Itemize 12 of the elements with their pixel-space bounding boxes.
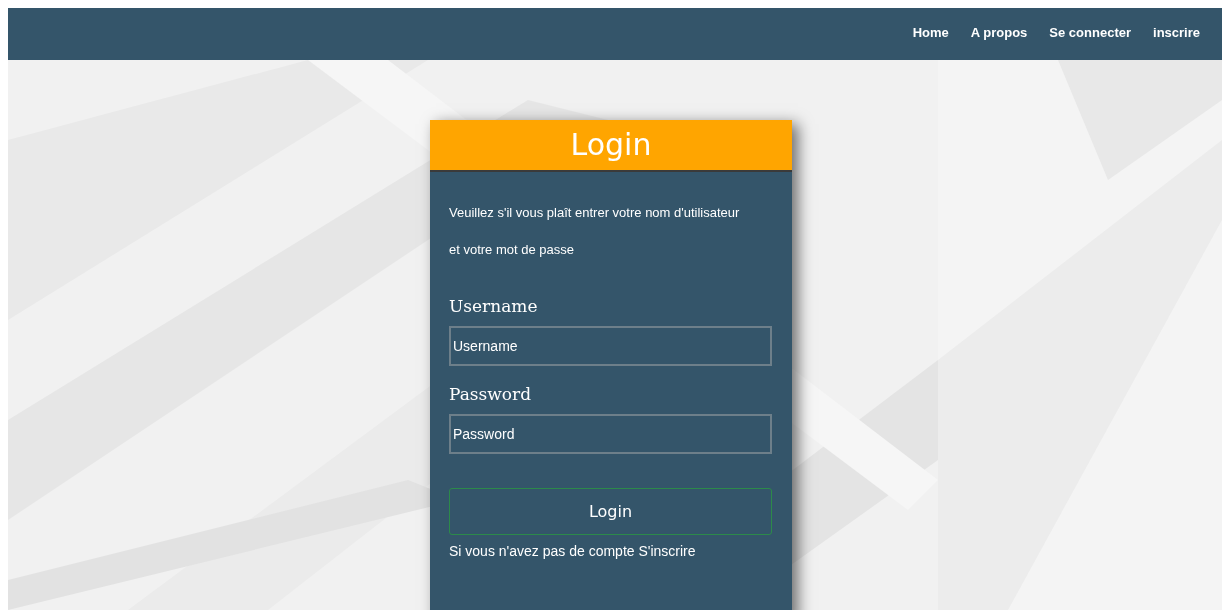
input-field[interactable]: Password: [449, 414, 772, 454]
signup-text: Si vous n'avez pas de compte S'inscrire: [449, 543, 697, 559]
login-title: Login: [430, 120, 792, 172]
nav-link[interactable]: Se connecter: [1049, 24, 1131, 40]
field-label: Username: [449, 296, 539, 316]
login-button[interactable]: Login: [449, 488, 772, 535]
intro-text: Veuillez s'il vous plaît entrer votre nom d'utilisateur et votre mot de passe: [449, 204, 741, 259]
nav-link[interactable]: inscrire: [1153, 24, 1200, 40]
field-label: Password: [449, 384, 533, 404]
nav-link[interactable]: A propos: [970, 24, 1028, 40]
input-field[interactable]: Username: [449, 326, 772, 366]
nav-link[interactable]: Home: [912, 24, 949, 40]
